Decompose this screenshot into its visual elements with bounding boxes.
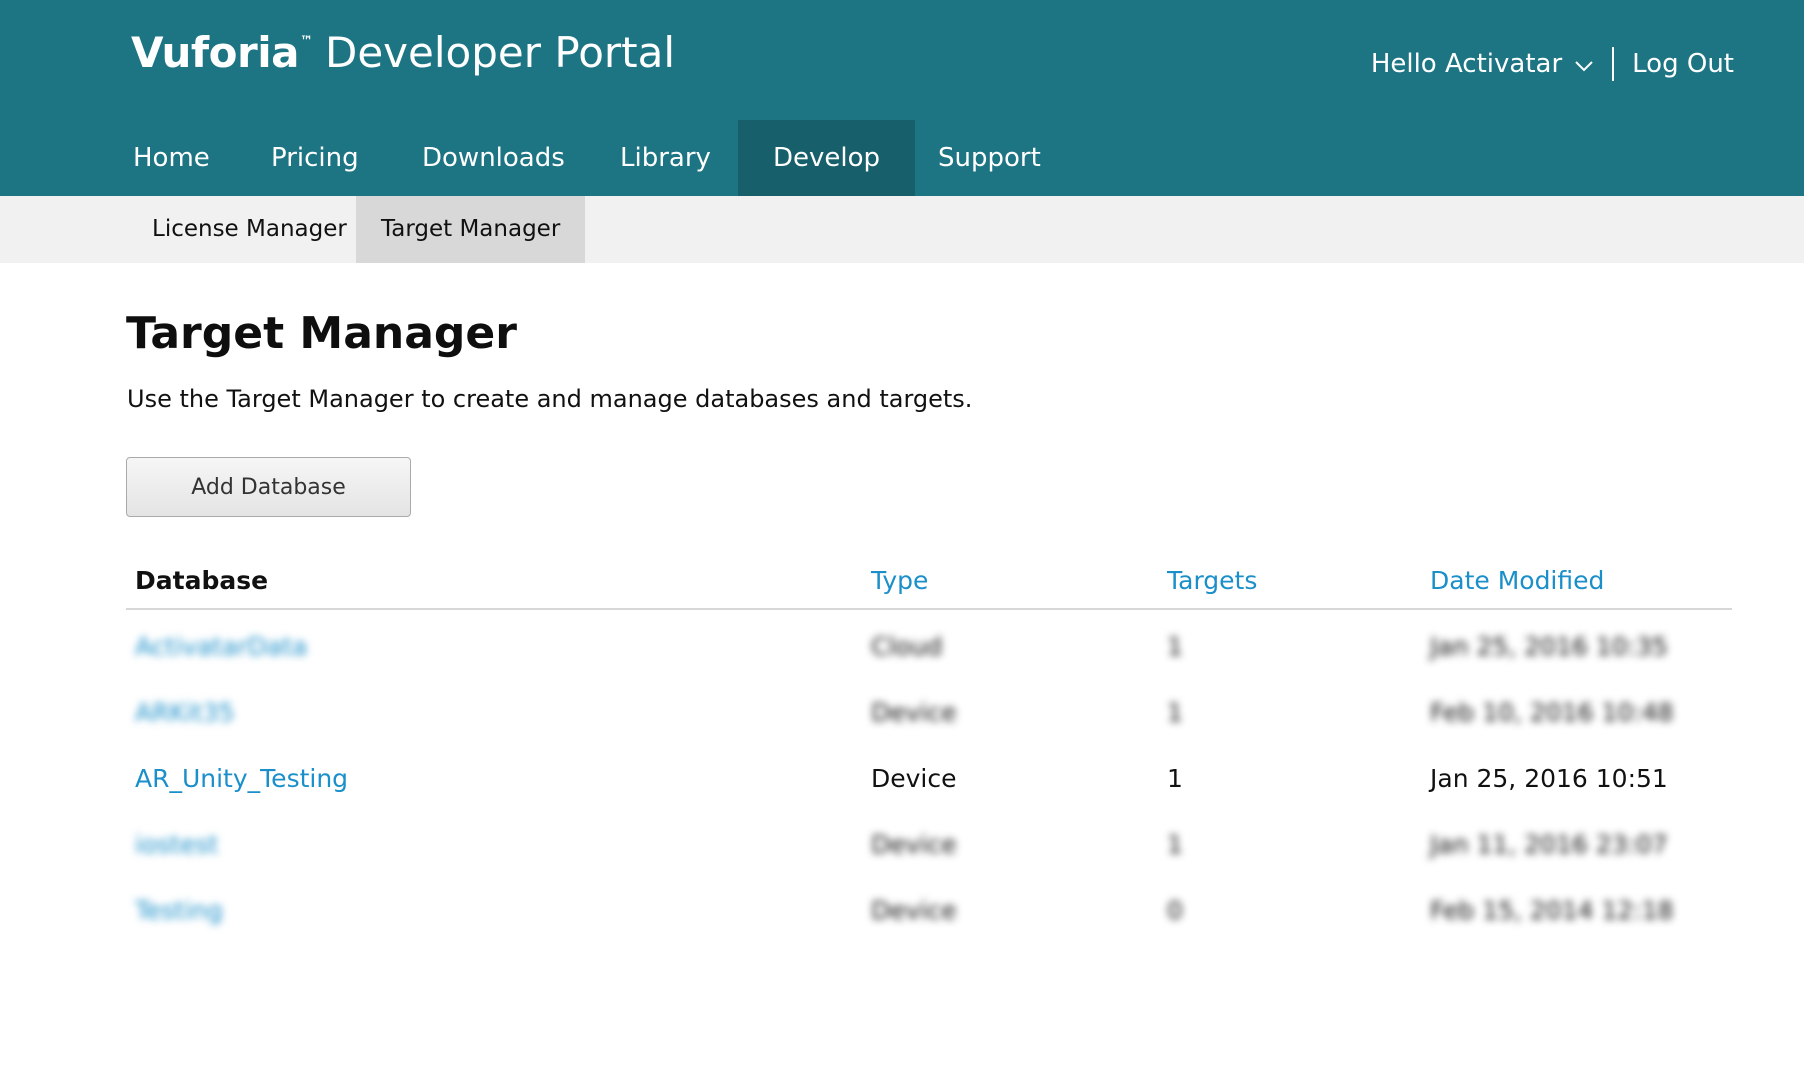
add-database-button[interactable]: Add Database <box>126 457 411 517</box>
nav-home[interactable]: Home <box>98 120 245 196</box>
user-menu[interactable]: Hello Activatar <box>1371 49 1594 79</box>
database-targets: 1 <box>1167 698 1183 727</box>
subnav-target-manager[interactable]: Target Manager <box>356 196 586 263</box>
nav-downloads[interactable]: Downloads <box>387 120 600 196</box>
database-date-modified: Jan 25, 2016 10:35 <box>1430 632 1668 661</box>
table-row: ActivatarData Cloud 1 Jan 25, 2016 10:35 <box>126 610 1732 676</box>
database-date-modified: Jan 11, 2016 23:07 <box>1430 830 1668 859</box>
subnav-license-manager[interactable]: License Manager <box>127 196 372 263</box>
database-type: Device <box>871 830 957 859</box>
database-type: Device <box>871 896 957 925</box>
site-header: Vuforia™ Developer Portal Hello Activatar… <box>0 0 1804 196</box>
column-header-database: Database <box>135 566 269 595</box>
table-row: AR_Unity_Testing Device 1 Jan 25, 2016 1… <box>126 742 1732 808</box>
database-date-modified: Jan 25, 2016 10:51 <box>1430 764 1668 793</box>
page-description: Use the Target Manager to create and man… <box>127 385 973 413</box>
page-title: Target Manager <box>126 308 517 359</box>
database-name-link[interactable]: ActivatarData <box>135 632 307 661</box>
logout-link[interactable]: Log Out <box>1632 49 1734 79</box>
database-name-link[interactable]: Testing <box>135 896 223 925</box>
database-date-modified: Feb 15, 2014 12:18 <box>1430 896 1674 925</box>
database-targets: 1 <box>1167 830 1183 859</box>
database-type: Device <box>871 764 957 793</box>
column-header-targets[interactable]: Targets <box>1167 566 1257 595</box>
user-area: Hello Activatar Log Out <box>1371 46 1734 82</box>
database-table: Database Type Targets Date Modified Acti… <box>126 560 1732 940</box>
main-nav: Home Pricing Downloads Library Develop S… <box>0 120 1804 196</box>
database-type: Cloud <box>871 632 943 661</box>
brand-logo[interactable]: Vuforia™ Developer Portal <box>131 28 675 77</box>
user-greeting: Hello Activatar <box>1370 49 1563 79</box>
table-row: Testing Device 0 Feb 15, 2014 12:18 <box>126 874 1732 940</box>
trademark-symbol: ™ <box>300 34 313 49</box>
database-name-link[interactable]: AR_Unity_Testing <box>135 764 348 793</box>
sub-nav: License Manager Target Manager <box>0 196 1804 263</box>
database-name-link[interactable]: iostest <box>135 830 218 859</box>
nav-library[interactable]: Library <box>585 120 746 196</box>
brand-portal-text: Developer Portal <box>325 28 676 77</box>
chevron-down-icon <box>1575 61 1593 72</box>
database-name-link[interactable]: ARKit35 <box>135 698 234 727</box>
brand-logo-text: Vuforia <box>131 28 300 77</box>
column-header-date-modified[interactable]: Date Modified <box>1430 566 1604 595</box>
database-date-modified: Feb 10, 2016 10:48 <box>1430 698 1674 727</box>
column-header-type[interactable]: Type <box>871 566 928 595</box>
nav-develop[interactable]: Develop <box>738 120 916 196</box>
database-targets: 1 <box>1167 632 1183 661</box>
table-row: iostest Device 1 Jan 11, 2016 23:07 <box>126 808 1732 874</box>
header-divider <box>1612 47 1615 81</box>
nav-support[interactable]: Support <box>903 120 1076 196</box>
database-type: Device <box>871 698 957 727</box>
nav-pricing[interactable]: Pricing <box>236 120 394 196</box>
database-targets: 1 <box>1167 764 1183 793</box>
table-header: Database Type Targets Date Modified <box>126 560 1732 610</box>
table-row: ARKit35 Device 1 Feb 10, 2016 10:48 <box>126 676 1732 742</box>
database-targets: 0 <box>1167 896 1183 925</box>
